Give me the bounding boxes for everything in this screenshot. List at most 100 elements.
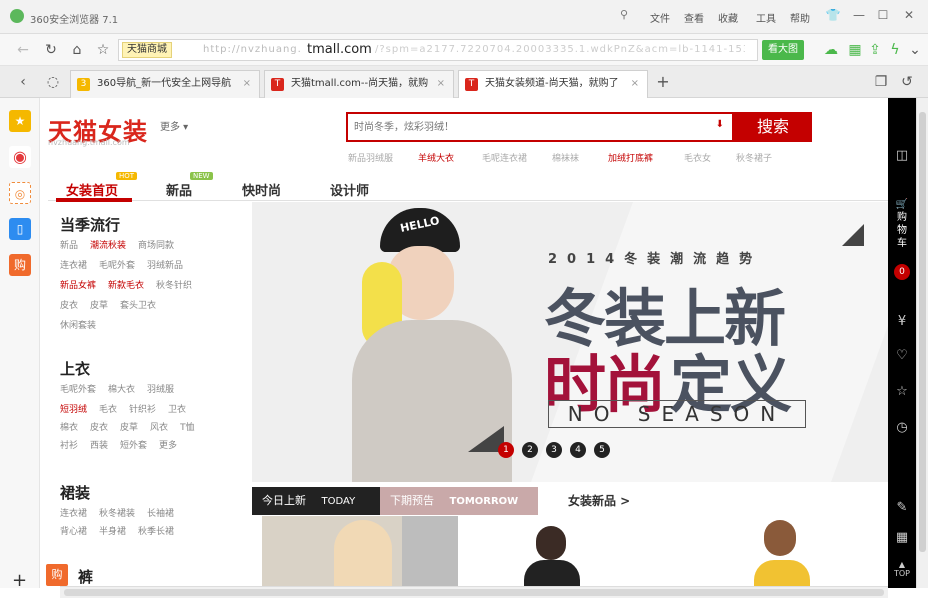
more-dropdown[interactable]: 更多 ▾ [160, 118, 188, 133]
product-image[interactable] [262, 516, 458, 586]
category-link[interactable]: 更多 [159, 441, 177, 451]
grid-icon[interactable]: ▦ [846, 41, 864, 59]
edit-icon[interactable]: ✎ [888, 500, 916, 515]
undo-close-icon[interactable]: ↺ [898, 73, 916, 91]
camera-icon[interactable]: ◎ [9, 182, 31, 204]
hotword-link[interactable]: 加绒打底裤 [608, 151, 653, 164]
menu-favorites[interactable]: 收藏 [718, 10, 738, 25]
close-button[interactable]: ✕ [898, 6, 920, 24]
book-icon[interactable]: ▯ [9, 218, 31, 240]
scrollbar-thumb[interactable] [64, 589, 884, 596]
back-icon[interactable]: ← [14, 41, 32, 59]
category-link[interactable]: 风衣 [150, 423, 168, 433]
close-tab-icon[interactable]: × [631, 71, 639, 97]
close-tab-icon[interactable]: × [437, 71, 445, 97]
shopping-icon[interactable]: 购 [9, 254, 31, 276]
category-link[interactable]: 皮草 [120, 423, 138, 433]
tab-tmall[interactable]: T 天猫tmall.com--尚天猫，就购 × [264, 70, 454, 98]
menu-view[interactable]: 查看 [684, 10, 704, 25]
search-input[interactable] [352, 118, 712, 136]
category-link[interactable]: 西装 [90, 441, 108, 451]
tab-tmall-women[interactable]: T 天猫女装频道-尚天猫，就购了 × [458, 70, 648, 98]
hotword-link[interactable]: 羊绒大衣 [418, 151, 454, 164]
category-link[interactable]: 短外套 [120, 441, 147, 451]
today-tab[interactable]: 今日上新 TODAY [252, 487, 380, 515]
star-outline-icon[interactable]: ☆ [888, 384, 916, 399]
cloud-icon[interactable]: ☁ [822, 41, 840, 59]
hotword-link[interactable]: 毛衣女 [684, 151, 711, 164]
category-link[interactable]: 秋冬针织 [156, 281, 192, 291]
category-link[interactable]: 套头卫衣 [120, 301, 156, 311]
category-title[interactable]: 裤 [78, 566, 93, 587]
hotword-link[interactable]: 秋冬裙子 [736, 151, 772, 164]
weibo-icon[interactable]: ◉ [9, 146, 31, 168]
new-tab-button[interactable]: + [654, 73, 672, 91]
star-icon[interactable]: ☆ [94, 41, 112, 59]
category-link[interactable]: 长袖裙 [147, 509, 174, 519]
vertical-scrollbar[interactable] [916, 98, 928, 588]
product-image[interactable] [510, 516, 590, 586]
category-link[interactable]: 羽绒新品 [147, 261, 183, 271]
slide-dot[interactable]: 2 [522, 442, 538, 458]
category-link[interactable]: 连衣裙 [60, 509, 87, 519]
category-link[interactable]: 新品女裤 [60, 281, 96, 291]
nav-new[interactable]: 新品 [166, 180, 192, 199]
category-link[interactable]: T恤 [180, 423, 195, 433]
category-link[interactable]: 衬衫 [60, 441, 78, 451]
qrcode-icon[interactable]: ▦ [888, 530, 916, 545]
category-link[interactable]: 皮草 [90, 301, 108, 311]
hotword-link[interactable]: 新品羽绒服 [348, 151, 393, 164]
url-field[interactable]: 天猫商城 http://nvzhuang. tmall.com /?spm=a2… [118, 39, 758, 61]
minimize-button[interactable]: — [848, 6, 870, 24]
slide-dot[interactable]: 4 [570, 442, 586, 458]
slide-dot[interactable]: 3 [546, 442, 562, 458]
category-link[interactable]: 卫衣 [168, 405, 186, 415]
slide-dot[interactable]: 5 [594, 442, 610, 458]
menu-help[interactable]: 帮助 [790, 10, 810, 25]
tab-list-icon[interactable]: ❐ [872, 73, 890, 91]
category-link[interactable]: 棉大衣 [108, 385, 135, 395]
category-link[interactable]: 潮流秋装 [90, 241, 126, 251]
hotword-link[interactable]: 棉袜袜 [552, 151, 579, 164]
tab-360-nav[interactable]: 3 360导航_新一代安全上网导航 × [70, 70, 260, 98]
shopping-float-icon[interactable]: 购 [46, 564, 68, 586]
nav-fast-fashion[interactable]: 快时尚 [242, 180, 281, 199]
category-title[interactable]: 上衣 [60, 358, 90, 379]
category-link[interactable]: 秋季长裙 [138, 527, 174, 537]
view-large-button[interactable]: 看大图 [762, 40, 804, 60]
women-new-items-link[interactable]: 女装新品 > [568, 492, 630, 509]
camera-search-icon[interactable]: ⬇ [716, 119, 724, 130]
category-link[interactable]: 连衣裙 [60, 261, 87, 271]
refresh-icon[interactable]: ↻ [42, 41, 60, 59]
category-link[interactable]: 毛衣 [99, 405, 117, 415]
category-title[interactable]: 当季流行 [60, 214, 120, 235]
cart-link[interactable]: 🛒 购物车 [888, 198, 916, 250]
product-image[interactable] [740, 516, 820, 586]
back-to-top-button[interactable]: ▲ TOP [888, 560, 916, 578]
scrollbar-thumb[interactable] [919, 112, 926, 552]
shirt-icon[interactable]: 👕 [822, 6, 844, 24]
category-link[interactable]: 针织衫 [129, 405, 156, 415]
favorites-icon[interactable]: ★ [9, 110, 31, 132]
tomorrow-tab[interactable]: 下期预告 TOMORROW [380, 487, 538, 515]
tmall-bag-icon[interactable]: ◫ [888, 148, 916, 163]
menu-file[interactable]: 文件 [650, 10, 670, 25]
category-title[interactable]: 裙装 [60, 482, 90, 503]
yen-icon[interactable]: ¥ [888, 314, 916, 329]
category-link[interactable]: 秋冬裙装 [99, 509, 135, 519]
history-icon[interactable]: ◷ [888, 420, 916, 435]
nav-women-home[interactable]: 女装首页 [66, 180, 118, 199]
tab-scroll-left-icon[interactable]: ‹ [14, 73, 32, 91]
lightning-icon[interactable]: ϟ [886, 41, 904, 59]
category-link[interactable]: 皮衣 [90, 423, 108, 433]
category-link[interactable]: 羽绒服 [147, 385, 174, 395]
category-link[interactable]: 棉衣 [60, 423, 78, 433]
category-link[interactable]: 背心裙 [60, 527, 87, 537]
slide-dot[interactable]: 1 [498, 442, 514, 458]
category-link[interactable]: 新款毛衣 [108, 281, 144, 291]
cloud-tab-icon[interactable]: ◌ [44, 73, 62, 91]
category-link[interactable]: 短羽绒 [60, 405, 87, 415]
chevron-down-icon[interactable]: ⌄ [906, 41, 924, 59]
nav-designer[interactable]: 设计师 [330, 180, 369, 199]
add-sidebar-button[interactable]: + [12, 570, 27, 591]
